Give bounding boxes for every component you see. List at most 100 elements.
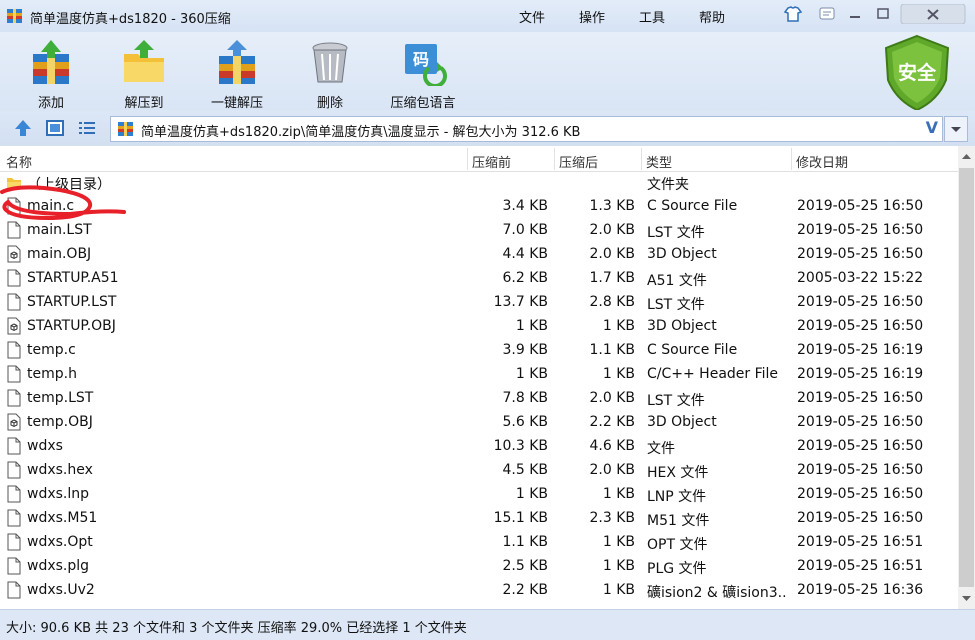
file-modified: 2019-05-25 16:50 xyxy=(797,198,924,214)
column-packed[interactable]: 压缩后 xyxy=(559,152,598,171)
file-name: wdxs.plg xyxy=(27,558,90,574)
column-divider[interactable] xyxy=(641,148,642,170)
language-label: 压缩包语言 xyxy=(390,96,456,111)
table-row[interactable]: wdxs.plg 2.5 KB 1 KB PLG 文件 2019-05-25 16:51 xyxy=(0,554,958,578)
table-row[interactable]: （上级目录） 文件夹 xyxy=(0,170,958,194)
file-type: 3D Object xyxy=(647,318,717,334)
address-row: 简单温度仿真+ds1820.zip\简单温度仿真\温度显示 - 解包大小为 31… xyxy=(0,110,975,146)
archive-language-button[interactable]: 码 压缩包语言 xyxy=(381,36,465,111)
file-icon xyxy=(7,557,21,575)
address-dropdown-button[interactable] xyxy=(944,116,968,142)
table-row[interactable]: STARTUP.A51 6.2 KB 1.7 KB A51 文件 2005-03-22 … xyxy=(0,266,958,290)
table-row[interactable]: wdxs.hex 4.5 KB 2.0 KB HEX 文件 2019-05-25 16:… xyxy=(0,458,958,482)
table-row[interactable]: temp.c 3.9 KB 1.1 KB C Source File 2019-05-2… xyxy=(0,338,958,362)
file-icon xyxy=(7,581,21,599)
table-row[interactable]: wdxs.lnp 1 KB 1 KB LNP 文件 2019-05-25 16:50 xyxy=(0,482,958,506)
feedback-icon[interactable] xyxy=(816,4,838,24)
file-size: 7.8 KB xyxy=(502,390,549,406)
file-packed-size: 1 KB xyxy=(602,534,635,550)
scrollbar-thumb[interactable] xyxy=(959,168,974,587)
one-click-extract-button[interactable]: 一键解压 xyxy=(195,36,279,111)
file-name: STARTUP.LST xyxy=(27,294,117,310)
file-packed-size: 1.7 KB xyxy=(589,270,636,286)
thumbnail-view-icon[interactable] xyxy=(45,119,65,137)
vertical-scrollbar[interactable] xyxy=(958,146,975,609)
list-view-icon[interactable] xyxy=(77,119,97,137)
column-modified[interactable]: 修改日期 xyxy=(796,152,848,171)
security-label: 安全 xyxy=(898,61,937,84)
column-divider[interactable] xyxy=(791,148,792,170)
column-divider[interactable] xyxy=(467,148,468,170)
one-click-label: 一键解压 xyxy=(210,96,263,111)
table-row[interactable]: main.c 3.4 KB 1.3 KB C Source File 2019-05-2… xyxy=(0,194,958,218)
file-packed-size: 2.2 KB xyxy=(589,414,636,430)
menu-file[interactable]: 文件 xyxy=(519,7,545,26)
menu-operate[interactable]: 操作 xyxy=(579,7,605,26)
file-modified: 2019-05-25 16:50 xyxy=(797,318,924,334)
object-file-icon xyxy=(7,317,21,335)
file-type: 礦ision2 & 礦ision3... xyxy=(647,585,787,601)
column-divider[interactable] xyxy=(554,148,555,170)
address-bar[interactable]: 简单温度仿真+ds1820.zip\简单温度仿真\温度显示 - 解包大小为 31… xyxy=(110,116,943,142)
file-size: 4.4 KB xyxy=(502,246,549,262)
file-modified: 2019-05-25 16:50 xyxy=(797,510,924,526)
table-row[interactable]: temp.h 1 KB 1 KB C/C++ Header File 2019-05-2… xyxy=(0,362,958,386)
file-size: 1 KB xyxy=(515,318,548,334)
scroll-up-icon[interactable] xyxy=(961,152,972,160)
delete-button[interactable]: 删除 xyxy=(288,36,372,111)
security-shield-button[interactable]: 安全 xyxy=(876,32,958,114)
table-row[interactable]: wdxs 10.3 KB 4.6 KB 文件 2019-05-25 16:50 xyxy=(0,434,958,458)
file-size: 4.5 KB xyxy=(502,462,549,478)
file-name: main.c xyxy=(27,198,75,214)
file-size: 7.0 KB xyxy=(502,222,549,238)
table-row[interactable]: main.OBJ 4.4 KB 2.0 KB 3D Object 2019-05-25 … xyxy=(0,242,958,266)
address-expand-icon[interactable]: V xyxy=(926,118,938,137)
table-row[interactable]: wdxs.Opt 1.1 KB 1 KB OPT 文件 2019-05-25 16:51 xyxy=(0,530,958,554)
file-icon xyxy=(7,221,21,239)
skin-shirt-icon[interactable] xyxy=(782,4,804,24)
toolbar: 添加 解压到 一键解压 删除 码 压缩包语言 安全 xyxy=(0,32,975,112)
table-row[interactable]: STARTUP.LST 13.7 KB 2.8 KB LST 文件 2019-05-25… xyxy=(0,290,958,314)
close-icon[interactable] xyxy=(900,4,966,24)
menu-tools[interactable]: 工具 xyxy=(639,7,665,26)
add-button[interactable]: 添加 xyxy=(9,36,93,111)
column-type[interactable]: 类型 xyxy=(646,152,672,171)
table-row[interactable]: wdxs.Uv2 2.2 KB 1 KB 礦ision2 & 礦ision3... 20… xyxy=(0,578,958,602)
extract-to-button[interactable]: 解压到 xyxy=(102,36,186,111)
file-modified: 2019-05-25 16:50 xyxy=(797,414,924,430)
up-arrow-icon[interactable] xyxy=(13,119,33,137)
file-name: STARTUP.A51 xyxy=(27,270,119,286)
file-packed-size: 1.1 KB xyxy=(589,342,636,358)
file-size: 15.1 KB xyxy=(493,510,548,526)
file-icon xyxy=(7,461,21,479)
file-modified: 2019-05-25 16:19 xyxy=(797,342,924,358)
table-row[interactable]: temp.LST 7.8 KB 2.0 KB LST 文件 2019-05-25 16:… xyxy=(0,386,958,410)
maximize-icon[interactable] xyxy=(872,4,894,24)
file-size: 2.5 KB xyxy=(502,558,549,574)
table-row[interactable]: wdxs.M51 15.1 KB 2.3 KB M51 文件 2019-05-25 16… xyxy=(0,506,958,530)
file-size: 1 KB xyxy=(515,366,548,382)
delete-label: 删除 xyxy=(316,96,343,111)
file-size: 6.2 KB xyxy=(502,270,549,286)
table-row[interactable]: main.LST 7.0 KB 2.0 KB LST 文件 2019-05-25 16:… xyxy=(0,218,958,242)
file-packed-size: 2.3 KB xyxy=(589,510,636,526)
folder-icon xyxy=(7,178,21,189)
table-row[interactable]: STARTUP.OBJ 1 KB 1 KB 3D Object 2019-05-25 1… xyxy=(0,314,958,338)
file-type: 3D Object xyxy=(647,414,717,430)
column-size[interactable]: 压缩前 xyxy=(472,152,511,171)
file-size: 10.3 KB xyxy=(493,438,548,454)
scroll-down-icon[interactable] xyxy=(961,595,972,603)
file-type: C/C++ Header File xyxy=(647,366,779,382)
column-name[interactable]: 名称 xyxy=(6,152,32,171)
file-size: 2.2 KB xyxy=(502,582,549,598)
minimize-icon[interactable] xyxy=(844,4,866,24)
file-modified: 2005-03-22 15:22 xyxy=(797,270,924,286)
file-type: LST 文件 xyxy=(647,225,705,241)
file-size: 1.1 KB xyxy=(502,534,549,550)
menu-help[interactable]: 帮助 xyxy=(699,7,725,26)
file-packed-size: 2.0 KB xyxy=(589,246,636,262)
window-title: 简单温度仿真+ds1820 - 360压缩 xyxy=(30,12,231,27)
file-icon xyxy=(7,269,21,287)
file-modified: 2019-05-25 16:50 xyxy=(797,246,924,262)
table-row[interactable]: temp.OBJ 5.6 KB 2.2 KB 3D Object 2019-05-25 … xyxy=(0,410,958,434)
